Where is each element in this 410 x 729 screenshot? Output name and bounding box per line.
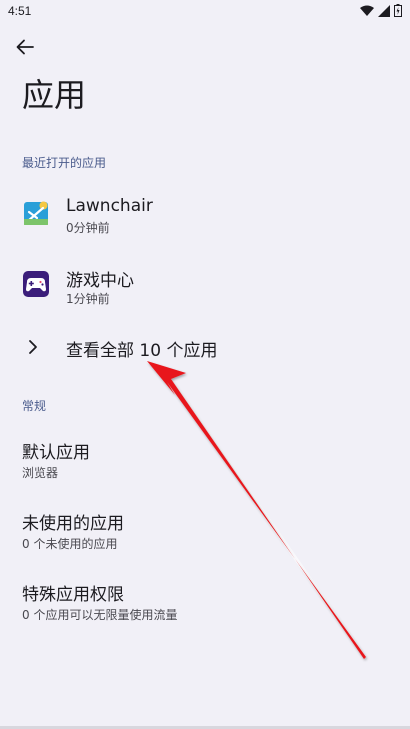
- app-name: Lawnchair: [66, 196, 153, 216]
- recent-apps-header: 最近打开的应用: [22, 156, 107, 170]
- back-arrow-icon: [16, 39, 34, 55]
- back-button[interactable]: [12, 34, 38, 60]
- wifi-icon: [360, 5, 374, 16]
- app-item-game-center[interactable]: 游戏中心 1分钟前: [0, 256, 410, 316]
- app-name: 游戏中心: [66, 271, 134, 291]
- chevron-right-icon: [29, 340, 37, 354]
- signal-icon: [378, 4, 390, 17]
- setting-subtitle: 0 个应用可以无限量使用流量: [22, 608, 178, 622]
- page-title: 应用: [22, 76, 87, 114]
- setting-title: 默认应用: [22, 443, 90, 463]
- lawnchair-icon: [24, 201, 48, 225]
- setting-subtitle: 0 个未使用的应用: [22, 537, 118, 551]
- app-item-lawnchair[interactable]: Lawnchair 0分钟前: [0, 184, 410, 244]
- unused-apps-item[interactable]: 未使用的应用 0 个未使用的应用: [0, 509, 410, 565]
- special-app-access-item[interactable]: 特殊应用权限 0 个应用可以无限量使用流量: [0, 580, 410, 636]
- general-header: 常规: [22, 399, 47, 413]
- see-all-apps-button[interactable]: 查看全部 10 个应用: [0, 328, 410, 368]
- status-icons: [360, 4, 402, 17]
- status-bar: 4:51: [0, 0, 410, 24]
- setting-subtitle: 浏览器: [22, 466, 59, 480]
- battery-icon: [394, 4, 402, 17]
- setting-title: 特殊应用权限: [22, 585, 124, 605]
- status-time: 4:51: [8, 4, 32, 18]
- app-last-opened: 1分钟前: [66, 292, 110, 306]
- see-all-apps-label: 查看全部 10 个应用: [66, 341, 218, 361]
- default-apps-item[interactable]: 默认应用 浏览器: [0, 438, 410, 494]
- setting-title: 未使用的应用: [22, 514, 124, 534]
- app-last-opened: 0分钟前: [66, 221, 110, 235]
- game-center-icon: [23, 271, 49, 297]
